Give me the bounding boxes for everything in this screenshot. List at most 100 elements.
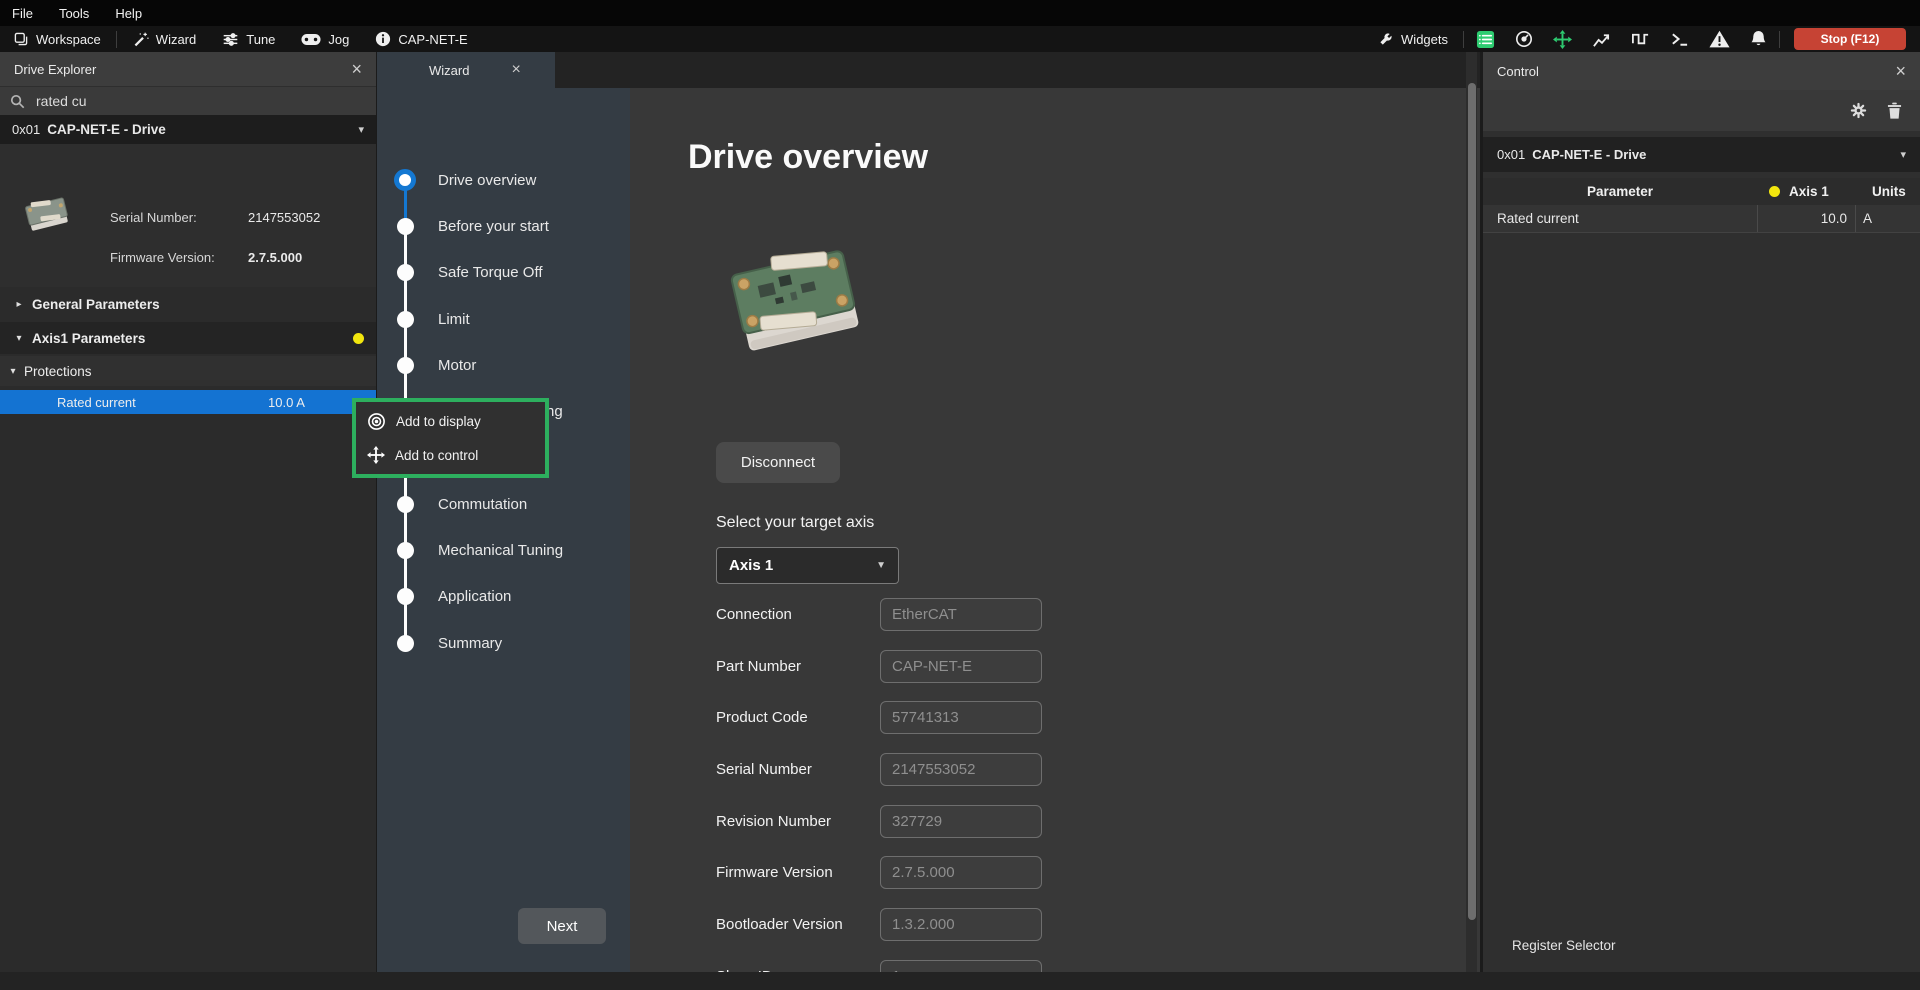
wizard-step[interactable]: Drive overview xyxy=(377,157,630,203)
field-label: Bootloader Version xyxy=(716,916,880,933)
field-value-input: 1.3.2.000 xyxy=(880,908,1042,941)
magic-wand-icon xyxy=(132,31,149,48)
table-row[interactable]: Rated current 10.0 A xyxy=(1483,205,1920,233)
wizard-step[interactable]: Limit xyxy=(377,296,630,342)
sliders-icon xyxy=(222,31,239,48)
close-icon[interactable]: × xyxy=(1895,62,1906,80)
wizard-step[interactable]: Before your start xyxy=(377,203,630,249)
widgets-button[interactable]: Widgets xyxy=(1365,31,1461,47)
tree-item-general-parameters[interactable]: ▸ General Parameters xyxy=(0,288,376,320)
step-label: Motor xyxy=(438,357,476,374)
tree-item-rated-current[interactable]: Rated current 10.0 A xyxy=(0,390,376,414)
control-header: Control × xyxy=(1483,52,1920,90)
warning-button[interactable] xyxy=(1699,30,1740,48)
form-row: Serial Number 2147553052 xyxy=(716,753,1336,786)
step-label: Safe Torque Off xyxy=(438,264,543,281)
drive-explorer-panel: Drive Explorer × 0x01 CAP-NET-E - Drive … xyxy=(0,52,376,972)
step-label: Drive overview xyxy=(438,172,536,189)
field-value-input: EtherCAT xyxy=(880,598,1042,631)
next-button[interactable]: Next xyxy=(518,908,606,944)
step-label: Application xyxy=(438,588,511,605)
wizard-step[interactable]: Application xyxy=(377,574,630,620)
scope-chart-button[interactable] xyxy=(1582,30,1621,49)
modified-indicator-dot xyxy=(353,333,364,344)
wizard-button[interactable]: Wizard xyxy=(119,26,209,52)
control-table-header: Parameter Axis 1 Units xyxy=(1483,178,1920,205)
tree-item-protections[interactable]: ▾ Protections xyxy=(0,356,376,386)
wizard-step[interactable]: Mechanical Tuning xyxy=(377,527,630,573)
cell-value[interactable]: 10.0 xyxy=(1757,205,1855,232)
cell-units: A xyxy=(1855,205,1920,232)
control-device-selector[interactable]: 0x01 CAP-NET-E - Drive ▾ xyxy=(1483,137,1920,172)
device-info-button[interactable]: CAP-NET-E xyxy=(362,26,480,52)
close-icon[interactable]: × xyxy=(511,62,520,78)
wrench-icon xyxy=(1378,31,1394,47)
gear-icon[interactable] xyxy=(1850,102,1867,119)
notifications-bell-button[interactable] xyxy=(1740,30,1777,48)
scrollbar-thumb[interactable] xyxy=(1468,83,1476,920)
disconnect-button[interactable]: Disconnect xyxy=(716,442,840,483)
search-input[interactable] xyxy=(34,92,318,110)
field-value-input: 1 xyxy=(880,960,1042,972)
tree-item-axis1-parameters[interactable]: ▾ Axis1 Parameters xyxy=(0,322,376,354)
step-dot-icon xyxy=(397,635,414,652)
device-id: 0x01 xyxy=(1497,147,1525,162)
register-selector-link[interactable]: Register Selector xyxy=(1512,938,1616,953)
jog-button[interactable]: Jog xyxy=(288,26,362,52)
tune-button[interactable]: Tune xyxy=(209,26,288,52)
step-dot-icon xyxy=(397,496,414,513)
step-dot-icon xyxy=(397,542,414,559)
firmware-version-label: Firmware Version: xyxy=(110,250,215,265)
form-row: Bootloader Version 1.3.2.000 xyxy=(716,908,1336,941)
trash-icon[interactable] xyxy=(1887,102,1902,119)
page-title: Drive overview xyxy=(688,138,928,177)
move-icon xyxy=(367,446,385,464)
explorer-device-selector[interactable]: 0x01 CAP-NET-E - Drive ▾ xyxy=(0,115,376,144)
control-toolbar xyxy=(1483,90,1920,131)
field-value-input: 327729 xyxy=(880,805,1042,838)
wizard-step[interactable]: Motor xyxy=(377,342,630,388)
form-row: Part Number CAP-NET-E xyxy=(716,650,1336,683)
control-panel: Control × 0x01 CAP-NET-E - Drive ▾ Param… xyxy=(1483,52,1920,972)
step-dot-icon xyxy=(397,588,414,605)
serial-number-value: 2147553052 xyxy=(248,210,320,225)
workspace-button[interactable]: Workspace xyxy=(0,26,114,52)
menu-item-add-to-control[interactable]: Add to control xyxy=(356,440,545,470)
axis-select-dropdown[interactable]: Axis 1 ▼ xyxy=(716,547,899,584)
wizard-step[interactable]: Safe Torque Off xyxy=(377,250,630,296)
main-scrollbar[interactable] xyxy=(1466,52,1477,972)
target-icon xyxy=(367,412,386,431)
menu-file[interactable]: File xyxy=(0,6,46,21)
field-label: Serial Number xyxy=(716,761,880,778)
menu-help[interactable]: Help xyxy=(102,6,155,21)
move-control-button[interactable] xyxy=(1543,30,1582,49)
status-bar xyxy=(0,972,1920,990)
drive-overview-page: Drive overview xyxy=(630,88,1480,972)
wizard-step[interactable]: Summary xyxy=(377,620,630,666)
wizard-step[interactable]: Commutation xyxy=(377,481,630,527)
field-value-input: CAP-NET-E xyxy=(880,650,1042,683)
chevron-down-icon: ▾ xyxy=(2,366,24,377)
field-label: Firmware Version xyxy=(716,864,880,881)
field-value-input: 57741313 xyxy=(880,701,1042,734)
close-icon[interactable]: × xyxy=(351,60,362,78)
control-table-body: Rated current 10.0 A xyxy=(1483,205,1920,233)
column-axis1: Axis 1 xyxy=(1789,178,1829,205)
toolbar-separator xyxy=(1779,31,1780,48)
parameter-search[interactable] xyxy=(0,86,376,115)
menu-item-add-to-display[interactable]: Add to display xyxy=(356,406,545,436)
terminal-button[interactable] xyxy=(1660,30,1699,49)
stop-button[interactable]: Stop (F12) xyxy=(1794,28,1906,50)
menu-tools[interactable]: Tools xyxy=(46,6,102,21)
square-wave-button[interactable] xyxy=(1621,30,1660,49)
step-dot-icon xyxy=(394,169,416,191)
watch-button[interactable] xyxy=(1505,30,1543,48)
chevron-down-icon: ▾ xyxy=(6,333,32,344)
chevron-down-icon: ▾ xyxy=(1900,148,1906,161)
display-table-button[interactable] xyxy=(1466,30,1505,49)
control-title: Control xyxy=(1497,64,1539,79)
column-parameter: Parameter xyxy=(1483,178,1757,205)
app-window: File Tools Help Workspace Wizard Tune Jo… xyxy=(0,0,1920,990)
tab-wizard[interactable]: Wizard × xyxy=(377,52,555,88)
step-label: Mechanical Tuning xyxy=(438,542,563,559)
